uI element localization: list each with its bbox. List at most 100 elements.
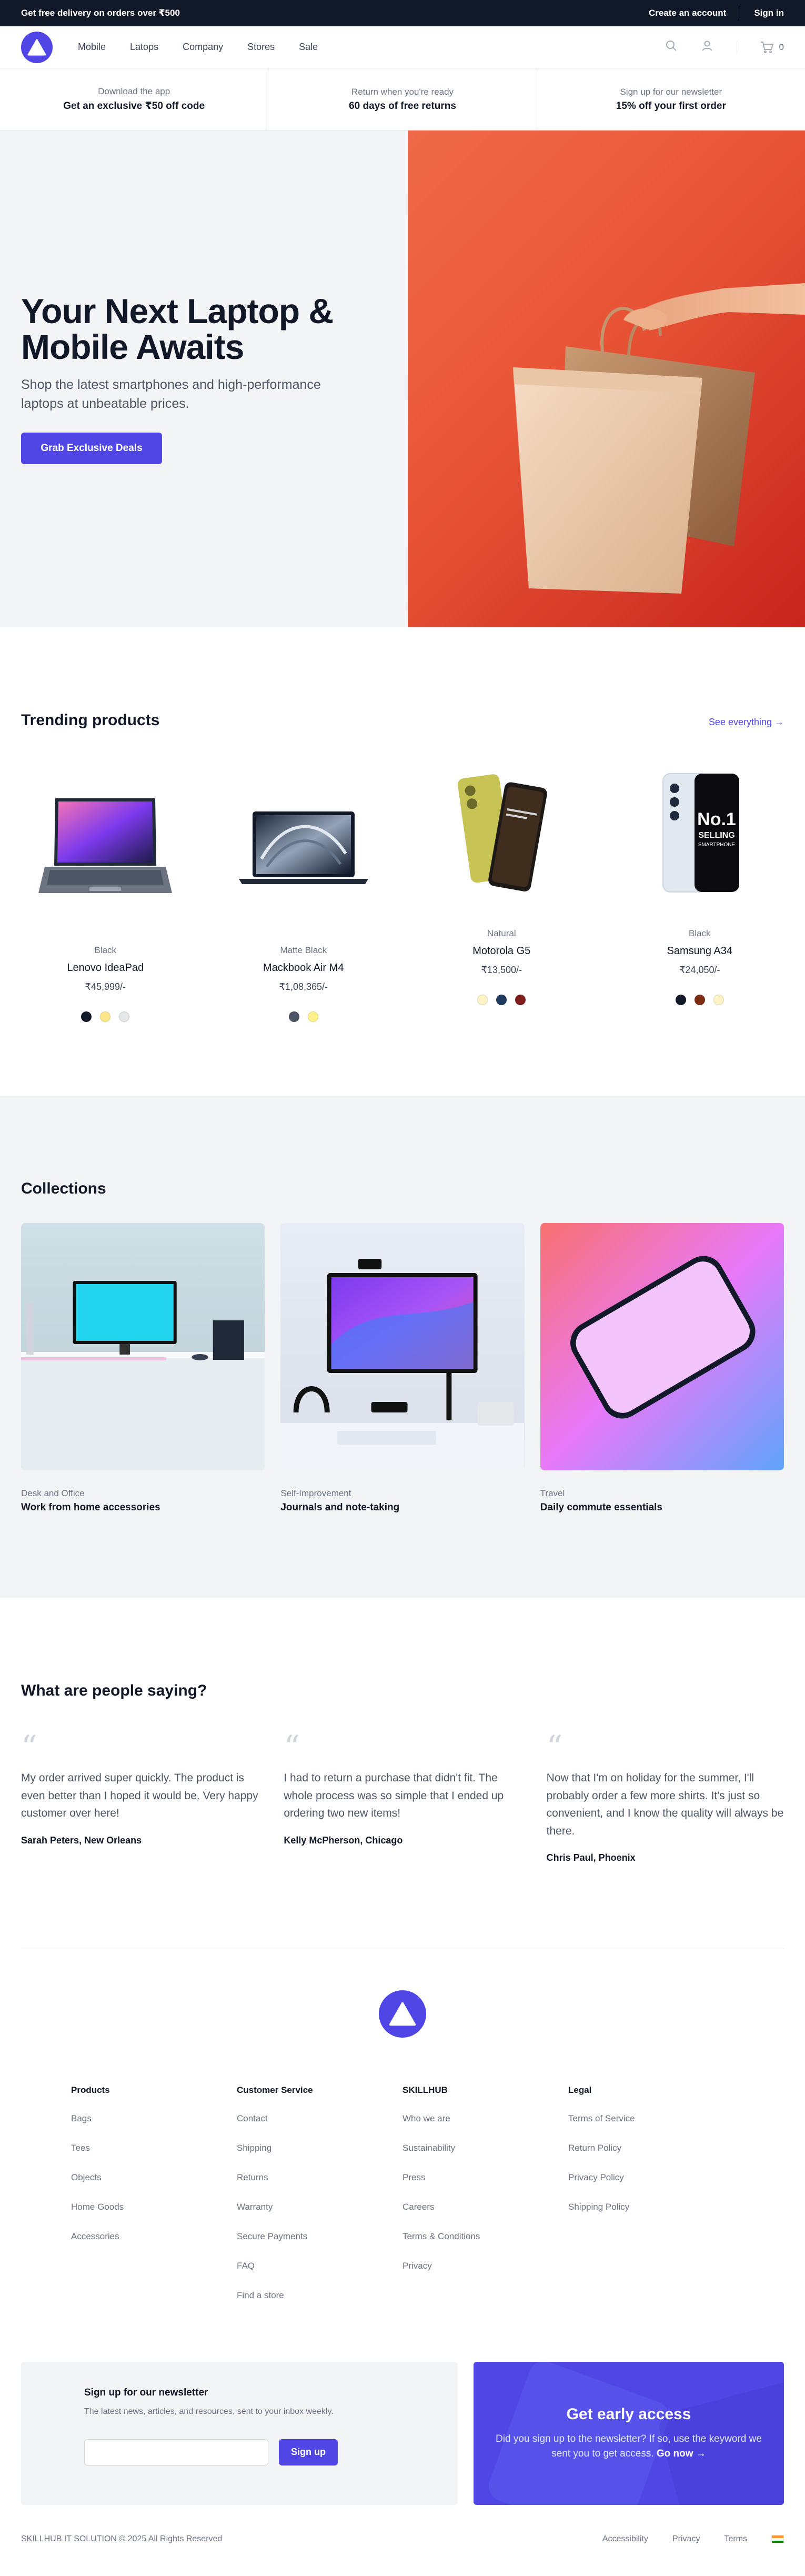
testimonial-card: “ My order arrived super quickly. The pr… xyxy=(21,1731,258,1863)
quote-icon: “ xyxy=(21,1729,37,1766)
nav-link-company[interactable]: Company xyxy=(183,42,223,53)
newsletter-form: Sign up xyxy=(84,2439,395,2465)
see-everything-link[interactable]: See everything → xyxy=(709,717,784,728)
footer-link[interactable]: Home Goods xyxy=(71,2202,237,2212)
footer-link[interactable]: Privacy Policy xyxy=(568,2172,734,2183)
privacy-link[interactable]: Privacy xyxy=(672,2534,700,2544)
swatch-yellow[interactable] xyxy=(100,1011,111,1022)
swatch-cream[interactable] xyxy=(477,995,488,1005)
collection-title[interactable]: Work from home accessories xyxy=(21,1502,265,1513)
product-price: ₹24,050/- xyxy=(679,965,720,975)
footer-link[interactable]: Careers xyxy=(402,2202,568,2212)
footer-col-company: SKILLHUB Who we are Sustainability Press… xyxy=(402,2085,568,2320)
logo-triangle-icon xyxy=(389,2002,416,2026)
section-title: Trending products xyxy=(21,711,160,729)
collection-title[interactable]: Journals and note-taking xyxy=(280,1502,524,1513)
swatch-gray[interactable] xyxy=(119,1011,130,1022)
perk-newsletter: Sign up for our newsletter 15% off your … xyxy=(537,68,805,130)
swatch-black[interactable] xyxy=(81,1011,92,1022)
nav-links: Mobile Latops Company Stores Sale xyxy=(78,42,318,53)
badge-selling: SELLING xyxy=(698,831,734,840)
perk-title: 60 days of free returns xyxy=(349,100,456,112)
testimonials-section: What are people saying? “ My order arriv… xyxy=(0,1598,805,1949)
footer-link[interactable]: Secure Payments xyxy=(237,2231,402,2242)
create-account-link[interactable]: Create an account xyxy=(649,8,726,18)
footer-link[interactable]: Shipping Policy xyxy=(568,2202,734,2212)
collection-card[interactable]: Desk and Office Work from home accessori… xyxy=(21,1223,265,1513)
product-name[interactable]: Mackbook Air M4 xyxy=(263,962,344,974)
footer-link[interactable]: Warranty xyxy=(237,2202,402,2212)
shopping-bags-illustration xyxy=(513,283,805,594)
swatch-maroon[interactable] xyxy=(515,995,526,1005)
perk-title: Get an exclusive ₹50 off code xyxy=(63,101,205,112)
product-card[interactable]: Natural Motorola G5 ₹13,500/- xyxy=(417,747,586,1022)
collections-section: Collections Desk and Office Work from ho… xyxy=(0,1096,805,1598)
footer-link[interactable]: Accessories xyxy=(71,2231,237,2242)
footer-logo[interactable] xyxy=(379,1990,426,2038)
footer-link[interactable]: Contact xyxy=(237,2113,402,2124)
terms-link[interactable]: Terms xyxy=(724,2534,747,2544)
perk-title: 15% off your first order xyxy=(616,100,726,112)
trending-section: Trending products See everything → Black… xyxy=(0,627,805,1096)
swatch-yellow[interactable] xyxy=(307,1011,318,1022)
collection-card[interactable]: Self-Improvement Journals and note-takin… xyxy=(280,1223,525,1513)
user-icon[interactable] xyxy=(701,39,713,55)
perk-returns: Return when you're ready 60 days of free… xyxy=(268,68,537,130)
product-name[interactable]: Motorola G5 xyxy=(472,945,530,957)
footer-link[interactable]: Shipping xyxy=(237,2143,402,2153)
swatch-black[interactable] xyxy=(675,995,686,1005)
newsletter-email-input[interactable] xyxy=(84,2439,268,2465)
footer-link[interactable]: Terms & Conditions xyxy=(402,2231,568,2242)
product-card[interactable]: Black Lenovo IdeaPad ₹45,999/- xyxy=(21,764,190,1022)
product-name[interactable]: Lenovo IdeaPad xyxy=(67,962,144,974)
logo[interactable] xyxy=(21,31,53,63)
cart-button[interactable]: 0 xyxy=(760,41,784,54)
go-now-link[interactable]: Go now → xyxy=(657,2448,706,2459)
testimonial-quote: Now that I'm on holiday for the summer, … xyxy=(546,1772,784,1837)
footer-link[interactable]: FAQ xyxy=(237,2261,402,2271)
main-nav: Mobile Latops Company Stores Sale 0 xyxy=(0,26,805,68)
product-color: Black xyxy=(688,928,711,938)
testimonial-card: “ I had to return a purchase that didn't… xyxy=(284,1731,521,1863)
product-image xyxy=(219,764,388,933)
collection-title[interactable]: Daily commute essentials xyxy=(540,1502,784,1513)
newsletter-signup-button[interactable]: Sign up xyxy=(279,2439,338,2465)
collection-grid: Desk and Office Work from home accessori… xyxy=(21,1223,784,1513)
swatch-navy[interactable] xyxy=(496,995,507,1005)
nav-link-sale[interactable]: Sale xyxy=(299,42,318,53)
swatch-gray[interactable] xyxy=(288,1011,299,1022)
footer-link[interactable]: Sustainability xyxy=(402,2143,568,2153)
nav-link-laptops[interactable]: Latops xyxy=(130,42,158,53)
footer-link[interactable]: Bags xyxy=(71,2113,237,2124)
product-card[interactable]: No.1 SELLING SMARTPHONE Black Samsung A3… xyxy=(615,747,784,1022)
footer-link[interactable]: Tees xyxy=(71,2143,237,2153)
product-name[interactable]: Samsung A34 xyxy=(667,945,732,957)
color-swatches xyxy=(288,1011,318,1022)
footer-link[interactable]: Terms of Service xyxy=(568,2113,734,2124)
nav-link-mobile[interactable]: Mobile xyxy=(78,42,106,53)
promo-text: Get free delivery on orders over ₹500 xyxy=(21,8,180,18)
footer-link[interactable]: Return Policy xyxy=(568,2143,734,2153)
collection-card[interactable]: Travel Daily commute essentials xyxy=(540,1223,784,1513)
grab-deals-button[interactable]: Grab Exclusive Deals xyxy=(21,432,162,464)
sign-in-link[interactable]: Sign in xyxy=(754,8,784,18)
footer-bottom: SKILLHUB IT SOLUTION © 2025 All Rights R… xyxy=(21,2505,784,2573)
footer-link[interactable]: Find a store xyxy=(237,2290,402,2301)
footer-link[interactable]: Privacy xyxy=(402,2261,568,2271)
product-list: Black Lenovo IdeaPad ₹45,999/- Matte Bla… xyxy=(21,747,784,1022)
footer-col-customer-service: Customer Service Contact Shipping Return… xyxy=(237,2085,402,2320)
footer-logo-wrap xyxy=(21,1990,784,2038)
swatch-cream[interactable] xyxy=(713,995,724,1005)
product-card[interactable]: Matte Black Mackbook Air M4 ₹1,08,365/- xyxy=(219,764,388,1022)
search-icon[interactable] xyxy=(665,39,678,55)
collection-image xyxy=(21,1223,265,1470)
swatch-brown[interactable] xyxy=(694,995,705,1005)
nav-link-stores[interactable]: Stores xyxy=(247,42,275,53)
footer-link[interactable]: Who we are xyxy=(402,2113,568,2124)
accessibility-link[interactable]: Accessibility xyxy=(602,2534,648,2544)
india-flag-icon[interactable] xyxy=(771,2535,784,2544)
footer-link[interactable]: Press xyxy=(402,2172,568,2183)
footer-link[interactable]: Objects xyxy=(71,2172,237,2183)
footer-link[interactable]: Returns xyxy=(237,2172,402,2183)
early-access-text: Did you sign up to the newsletter? If so… xyxy=(492,2432,766,2462)
